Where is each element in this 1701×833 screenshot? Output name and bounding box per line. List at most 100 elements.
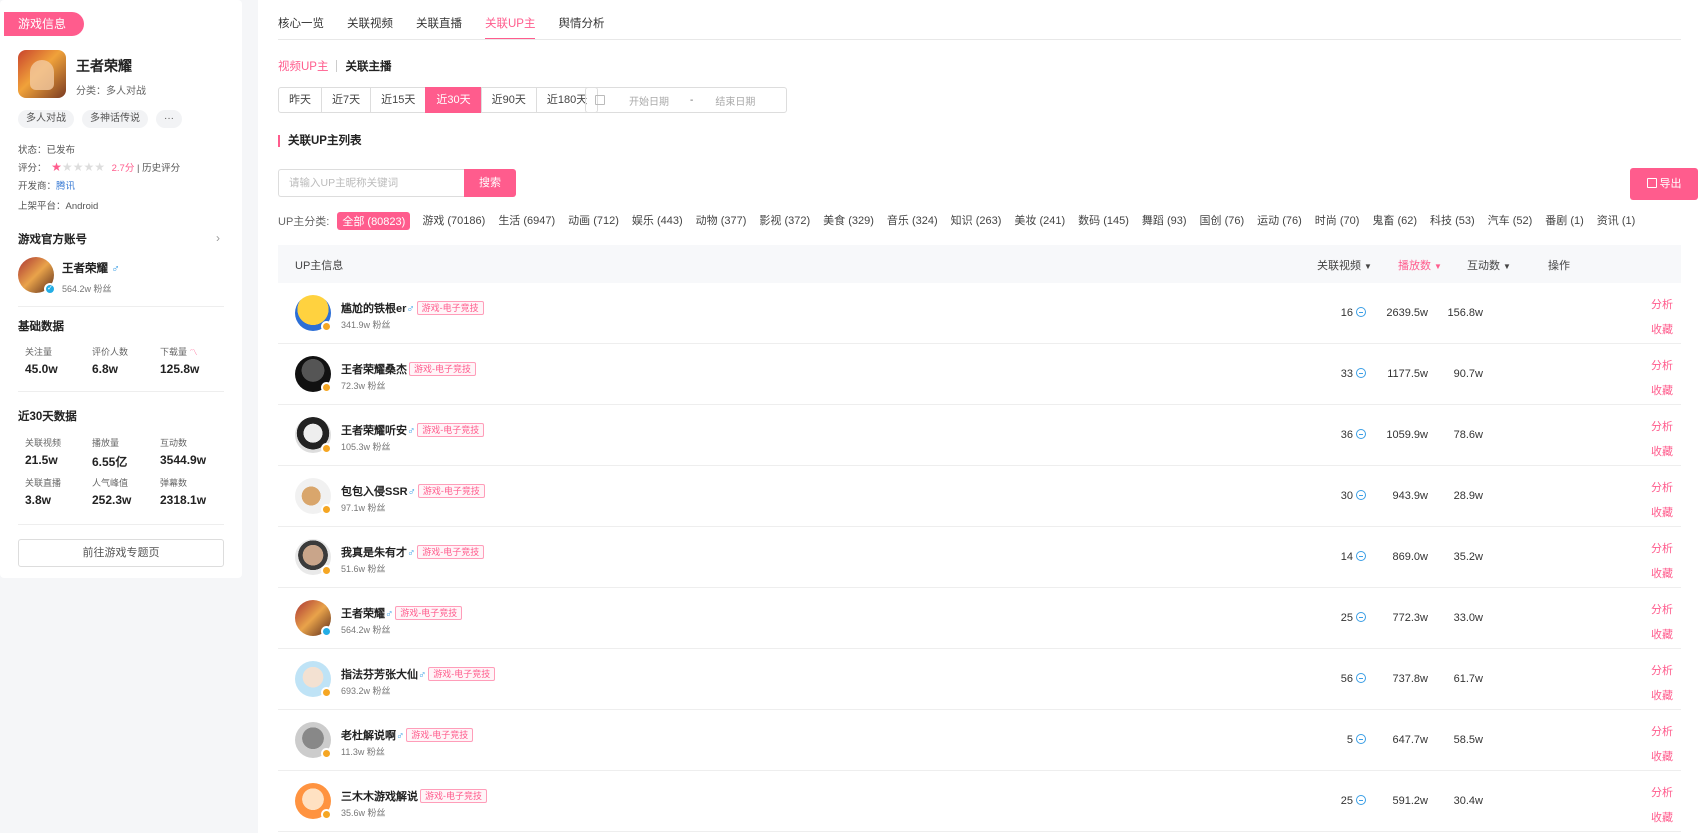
avatar[interactable] [295,661,332,698]
collect-link[interactable]: 收藏 [1651,684,1673,709]
analyze-link[interactable]: 分析 [1651,415,1673,440]
th-interactions[interactable]: 互动数 ▼ [1467,257,1511,273]
analyze-link[interactable]: 分析 [1651,476,1673,501]
avatar[interactable] [295,295,332,332]
up-name[interactable]: 指法芬芳张大仙♂ 游戏-电子竞技 [341,666,496,682]
collect-link[interactable]: 收藏 [1651,806,1673,831]
category-chip[interactable]: 美食 (329) [823,212,874,230]
avatar[interactable] [295,539,332,576]
analyze-link[interactable]: 分析 [1651,293,1673,318]
up-name[interactable]: 尴尬的铁根er♂ 游戏-电子竞技 [341,300,484,316]
related-videos-count[interactable]: 56 [1311,673,1366,685]
analyze-link[interactable]: 分析 [1651,659,1673,684]
related-videos-count[interactable]: 25 [1311,795,1366,807]
tab-related-live[interactable]: 关联直播 [416,15,462,40]
related-videos-count[interactable]: 36 [1311,429,1366,441]
more-chips[interactable]: ··· [156,110,182,128]
category-chip[interactable]: 生活 (6947) [498,212,555,230]
category-chip[interactable]: 时尚 (70) [1315,212,1360,230]
up-name[interactable]: 我真是朱有才♂ 游戏-电子竞技 [341,544,485,560]
category-chip[interactable]: 汽车 (52) [1488,212,1533,230]
game-chip[interactable]: 多神话传说 [82,110,148,128]
date-range-picker[interactable]: 开始日期 - 结束日期 [585,87,787,113]
avatar[interactable] [295,356,332,393]
collect-link[interactable]: 收藏 [1651,318,1673,343]
collect-link[interactable]: 收藏 [1651,440,1673,465]
related-videos-count[interactable]: 33 [1311,368,1366,380]
range-15d[interactable]: 近15天 [370,87,427,113]
category-chip[interactable]: 番剧 (1) [1545,212,1584,230]
end-date[interactable]: 结束日期 [715,93,755,108]
collect-link[interactable]: 收藏 [1651,562,1673,587]
related-videos-count[interactable]: 14 [1311,551,1366,563]
related-videos-count[interactable]: 30 [1311,490,1366,502]
game-chip[interactable]: 多人对战 [18,110,74,128]
tab-overview[interactable]: 核心一览 [278,15,324,40]
goto-game-page-button[interactable]: 前往游戏专题页 [18,539,224,567]
up-name[interactable]: 老杜解说啊♂ 游戏-电子竞技 [341,727,474,743]
collect-link[interactable]: 收藏 [1651,623,1673,648]
up-name[interactable]: 王者荣耀♂ 游戏-电子竞技 [341,605,463,621]
analyze-link[interactable]: 分析 [1651,537,1673,562]
category-chip[interactable]: 知识 (263) [951,212,1002,230]
analyze-link[interactable]: 分析 [1651,781,1673,806]
collapse-icon[interactable] [1356,673,1366,683]
collapse-icon[interactable] [1356,612,1366,622]
collapse-icon[interactable] [1356,795,1366,805]
category-chip[interactable]: 美妆 (241) [1014,212,1065,230]
category-chip[interactable]: 国创 (76) [1200,212,1245,230]
range-30d[interactable]: 近30天 [425,87,482,113]
official-account[interactable]: ✓ 王者荣耀 ♂ 564.2w 粉丝 [18,257,120,295]
collect-link[interactable]: 收藏 [1651,379,1673,404]
search-input[interactable] [278,169,464,197]
analyze-link[interactable]: 分析 [1651,598,1673,623]
tab-related-up[interactable]: 关联UP主 [485,15,536,40]
th-related-videos[interactable]: 关联视频 ▼ [1317,257,1372,273]
category-chip[interactable]: 音乐 (324) [887,212,938,230]
category-chip[interactable]: 游戏 (70186) [422,212,485,230]
search-button[interactable]: 搜索 [464,169,516,197]
collapse-icon[interactable] [1356,307,1366,317]
collapse-icon[interactable] [1356,551,1366,561]
rating-history-link[interactable]: | 历史评分 [137,163,180,174]
tab-related-videos[interactable]: 关联视频 [347,15,393,40]
category-chip[interactable]: 娱乐 (443) [632,212,683,230]
category-chip[interactable]: 运动 (76) [1257,212,1302,230]
subtab-video-up[interactable]: 视频UP主 [278,58,328,74]
category-chip[interactable]: 影视 (372) [759,212,810,230]
avatar[interactable] [295,478,332,515]
avatar[interactable] [295,600,332,637]
range-7d[interactable]: 近7天 [321,87,372,113]
start-date[interactable]: 开始日期 [629,93,669,108]
category-chip[interactable]: 动物 (377) [696,212,747,230]
category-chip[interactable]: 资讯 (1) [1597,212,1636,230]
collapse-icon[interactable] [1356,490,1366,500]
collect-link[interactable]: 收藏 [1651,745,1673,770]
collapse-icon[interactable] [1356,368,1366,378]
analyze-link[interactable]: 分析 [1651,354,1673,379]
category-chip[interactable]: 全部 (80823) [337,212,411,230]
related-videos-count[interactable]: 25 [1311,612,1366,624]
range-90d[interactable]: 近90天 [480,87,537,113]
developer-link[interactable]: 腾讯 [56,181,75,192]
subtab-related-streamer[interactable]: 关联主播 [345,58,391,74]
up-name[interactable]: 王者荣耀桑杰 游戏-电子竞技 [341,361,476,377]
export-button[interactable]: 导出 [1630,168,1698,200]
related-videos-count[interactable]: 5 [1311,734,1366,746]
related-videos-count[interactable]: 16 [1311,307,1366,319]
analyze-link[interactable]: 分析 [1651,720,1673,745]
chevron-right-icon[interactable]: › [216,231,220,245]
avatar[interactable] [295,417,332,454]
category-chip[interactable]: 鬼畜 (62) [1372,212,1417,230]
category-chip[interactable]: 动画 (712) [568,212,619,230]
range-yesterday[interactable]: 昨天 [278,87,322,113]
th-plays[interactable]: 播放数 ▼ [1398,257,1442,273]
collapse-icon[interactable] [1356,429,1366,439]
collect-link[interactable]: 收藏 [1651,501,1673,526]
up-name[interactable]: 三木木游戏解说 游戏-电子竞技 [341,788,487,804]
up-name[interactable]: 王者荣耀听安♂ 游戏-电子竞技 [341,422,485,438]
category-chip[interactable]: 科技 (53) [1430,212,1475,230]
category-chip[interactable]: 数码 (145) [1078,212,1129,230]
category-chip[interactable]: 舞蹈 (93) [1142,212,1187,230]
collapse-icon[interactable] [1356,734,1366,744]
